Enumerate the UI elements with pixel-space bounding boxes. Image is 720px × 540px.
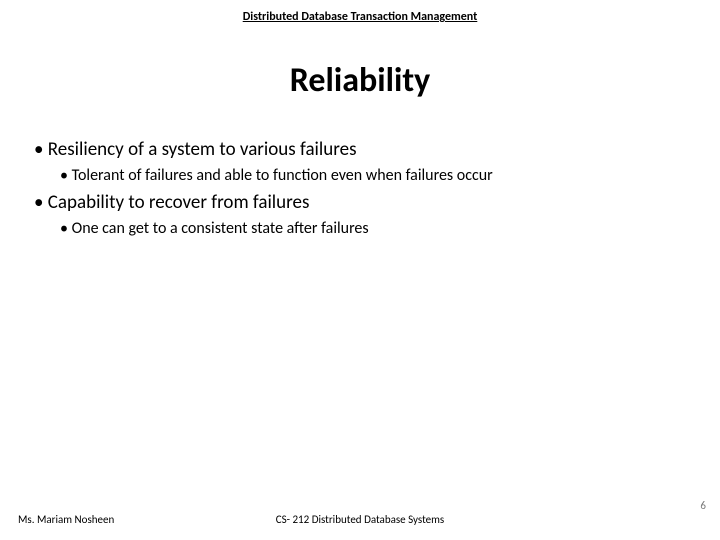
bullet-text: Tolerant of failures and able to functio… — [72, 166, 493, 185]
bullet-level1: • Resiliency of a system to various fail… — [34, 137, 686, 163]
title-band: Reliability — [0, 42, 720, 123]
bullet-level2: • One can get to a consistent state afte… — [34, 218, 686, 240]
bullet-level2: • Tolerant of failures and able to funct… — [34, 165, 686, 187]
bullet-text: Resiliency of a system to various failur… — [48, 138, 357, 161]
bullet-level1: • Capability to recover from failures — [34, 190, 686, 216]
slide-content: • Resiliency of a system to various fail… — [0, 123, 720, 239]
bullet-text: One can get to a consistent state after … — [72, 219, 369, 238]
slide-title: Reliability — [0, 60, 720, 101]
footer-course: CS- 212 Distributed Database Systems — [276, 513, 445, 526]
bullet-text: Capability to recover from failures — [48, 191, 310, 214]
slide-header: Distributed Database Transaction Managem… — [0, 0, 720, 24]
page-number: 6 — [700, 499, 706, 512]
footer-author: Ms. Mariam Nosheen — [18, 513, 114, 526]
